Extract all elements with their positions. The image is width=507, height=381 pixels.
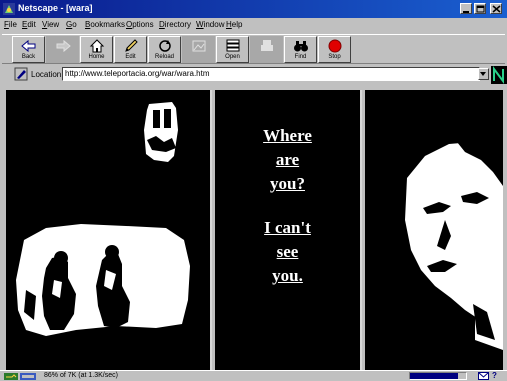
close-icon [492, 5, 501, 13]
stop-icon [328, 39, 342, 53]
maximize-icon [476, 5, 485, 13]
netscape-logo[interactable] [491, 66, 507, 84]
back-arrow-icon [21, 39, 36, 53]
url-history-dropdown[interactable] [478, 68, 489, 80]
menu-edit[interactable]: Edit [22, 20, 36, 29]
print-button[interactable] [250, 36, 283, 63]
images-button[interactable] [182, 36, 215, 63]
message-line: you? [270, 174, 305, 193]
home-button[interactable]: Home [80, 36, 113, 63]
message-line: see [276, 242, 299, 261]
menu-help[interactable]: Help [226, 20, 242, 29]
menu-bar: File Edit View Go Bookmarks Options Dire… [0, 18, 507, 33]
right-frame [365, 90, 503, 370]
open-button[interactable]: Open [216, 36, 249, 63]
url-field[interactable]: http://www.teleportacia.org/war/wara.htm [62, 67, 480, 81]
help-icon[interactable]: ? [492, 371, 497, 380]
netscape-app-icon [3, 3, 15, 15]
message-line: are [275, 150, 300, 169]
window-title: Netscape - [wara] [18, 3, 93, 13]
images-icon [192, 40, 206, 52]
maximize-button[interactable] [474, 3, 486, 14]
pencil-icon [125, 39, 138, 52]
menu-file[interactable]: File [4, 20, 17, 29]
home-icon [89, 39, 105, 53]
minimize-button[interactable] [460, 3, 472, 14]
reload-button[interactable]: Reload [148, 36, 181, 63]
load-progress-bar [409, 372, 467, 380]
menu-go[interactable]: Go [66, 20, 77, 29]
message-line: I can't [264, 218, 311, 237]
window-and-figures-picture [16, 102, 190, 336]
printer-icon [261, 40, 273, 51]
menu-window[interactable]: Window [196, 20, 224, 29]
netscape-n-icon [493, 66, 504, 84]
message-frame: Where are you? I can't see you. [215, 90, 362, 370]
page-content: Where are you? I can't see you. [6, 90, 503, 370]
message-line: Where [263, 126, 312, 145]
menu-directory[interactable]: Directory [159, 20, 191, 29]
message-line: you. [272, 266, 303, 285]
back-button[interactable]: Back [12, 36, 45, 63]
edit-button[interactable]: Edit [114, 36, 147, 63]
menu-options[interactable]: Options [126, 20, 154, 29]
menu-bookmarks[interactable]: Bookmarks [85, 20, 125, 29]
stop-button[interactable]: Stop [318, 36, 351, 63]
title-bar: Netscape - [wara] [0, 0, 507, 18]
forward-button[interactable] [46, 36, 79, 63]
progress-fill [410, 373, 459, 379]
open-icon [226, 39, 240, 52]
status-text: 86% of 7K (at 1.3K/sec) [44, 372, 118, 379]
binoculars-icon [294, 41, 308, 52]
location-label: Location: [31, 70, 64, 79]
minimize-icon [463, 11, 469, 13]
bookmark-quicklink-icon[interactable] [14, 67, 28, 81]
reload-icon [159, 40, 171, 52]
face-portrait-picture [405, 138, 503, 350]
close-button[interactable] [490, 3, 502, 14]
status-bar: 86% of 7K (at 1.3K/sec) ? [0, 370, 507, 381]
chevron-down-icon [480, 72, 486, 76]
location-bar: Location: http://www.teleportacia.org/wa… [2, 65, 507, 85]
forward-arrow-icon [56, 39, 71, 53]
security-key-icon[interactable] [4, 372, 38, 381]
left-frame [6, 90, 212, 370]
mail-icon[interactable] [478, 372, 489, 380]
navigation-toolbar: Back Home Edit Reload Open Find Stop [2, 34, 505, 64]
find-button[interactable]: Find [284, 36, 317, 63]
menu-view[interactable]: View [42, 20, 59, 29]
